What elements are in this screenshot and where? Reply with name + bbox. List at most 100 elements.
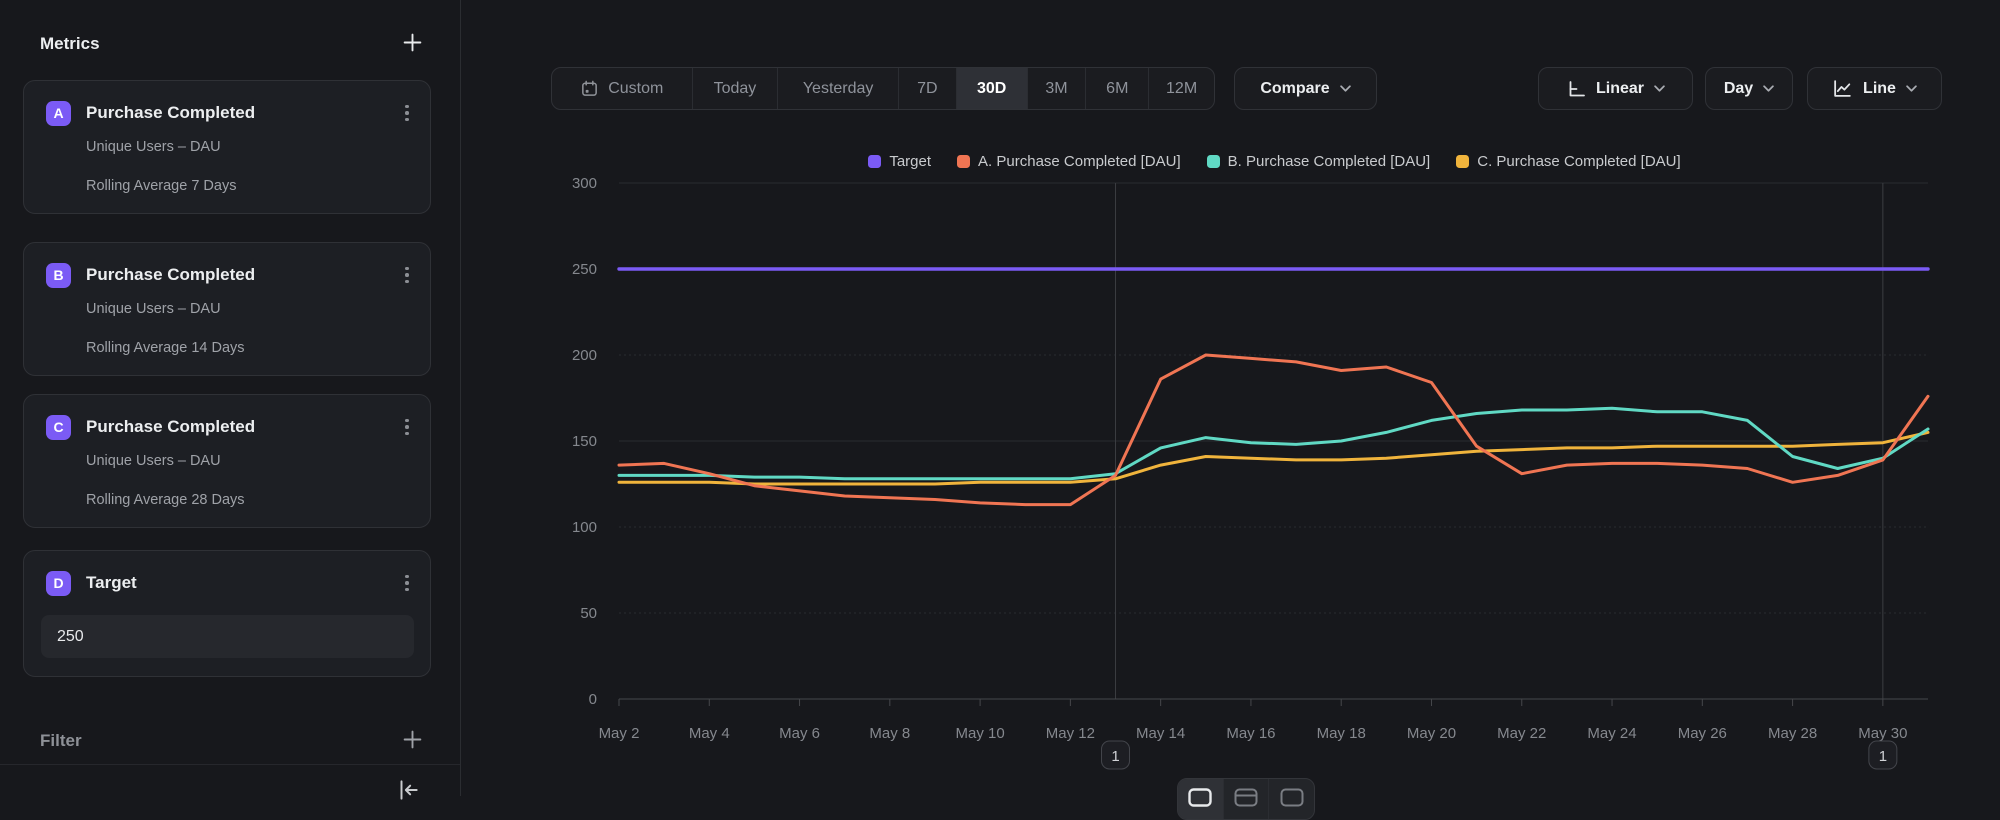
summary-view-icon — [1280, 788, 1304, 811]
range-12m[interactable]: 12M — [1149, 68, 1214, 109]
metric-badge: B — [46, 263, 71, 288]
chart-panel: Custom Today Yesterday 7D 30D 3M 6M 12M … — [461, 0, 2000, 796]
time-range-group: Custom Today Yesterday 7D 30D 3M 6M 12M — [551, 67, 1215, 110]
metric-card-c[interactable]: C Purchase Completed Unique Users – DAU … — [23, 394, 431, 528]
x-axis-label: May 14 — [1136, 725, 1185, 742]
target-value-input[interactable] — [41, 615, 414, 658]
chart-type-select-button[interactable]: Line — [1807, 67, 1942, 110]
calendar-icon — [580, 79, 599, 98]
y-axis-label-250: 250 — [572, 261, 597, 278]
y-axis-label-200: 200 — [572, 347, 597, 364]
x-axis-label: May 20 — [1407, 725, 1456, 742]
x-axis-label: May 6 — [779, 725, 820, 742]
metrics-header: Metrics — [40, 30, 424, 58]
scale-label: Linear — [1596, 80, 1644, 98]
x-axis-label: May 28 — [1768, 725, 1817, 742]
y-axis-label-0: 0 — [589, 691, 597, 708]
view-option-table[interactable] — [1224, 779, 1270, 819]
x-axis-label: May 8 — [869, 725, 910, 742]
metric-menu-button[interactable] — [398, 416, 416, 438]
metric-title: Purchase Completed — [86, 265, 398, 285]
x-axis-label: May 24 — [1587, 725, 1636, 742]
range-6m[interactable]: 6M — [1086, 68, 1149, 109]
metric-badge: C — [46, 415, 71, 440]
range-label: 30D — [977, 80, 1006, 98]
granularity-select-button[interactable]: Day — [1705, 67, 1793, 110]
metric-badge: D — [46, 571, 71, 596]
range-today[interactable]: Today — [693, 68, 779, 109]
x-axis-label: May 22 — [1497, 725, 1546, 742]
sidebar-divider — [0, 764, 460, 765]
kebab-icon — [405, 105, 409, 122]
kebab-icon — [405, 575, 409, 592]
range-label: 12M — [1166, 80, 1197, 98]
range-label: 6M — [1106, 80, 1128, 98]
metrics-sidebar: Metrics A Purchase Completed Unique User… — [0, 0, 461, 796]
target-card[interactable]: D Target — [23, 550, 431, 677]
collapse-left-icon — [395, 777, 421, 806]
kebab-icon — [405, 267, 409, 284]
granularity-label: Day — [1724, 80, 1753, 98]
filter-header: Filter — [40, 728, 424, 754]
x-axis-label: May 4 — [689, 725, 730, 742]
plus-icon — [402, 729, 423, 753]
metric-unit: Unique Users – DAU — [86, 139, 221, 155]
metric-unit: Unique Users – DAU — [86, 453, 221, 469]
y-axis-label-100: 100 — [572, 519, 597, 536]
range-label: Yesterday — [803, 80, 874, 98]
chevron-down-icon — [1763, 85, 1774, 92]
range-7d[interactable]: 7D — [899, 68, 957, 109]
metric-card-b[interactable]: B Purchase Completed Unique Users – DAU … — [23, 242, 431, 376]
axis-scale-icon — [1566, 79, 1586, 99]
scale-select-button[interactable]: Linear — [1538, 67, 1693, 110]
chart-type-label: Line — [1863, 80, 1896, 98]
x-axis-label: May 30 — [1858, 725, 1907, 742]
collapse-sidebar-button[interactable] — [396, 779, 420, 803]
x-axis-label: May 2 — [599, 725, 640, 742]
view-option-summary[interactable] — [1269, 779, 1314, 819]
chevron-down-icon — [1654, 85, 1665, 92]
metric-rollup: Rolling Average 28 Days — [86, 492, 245, 508]
range-label: 7D — [917, 80, 937, 98]
view-option-chart[interactable] — [1178, 779, 1224, 819]
x-axis-label: May 12 — [1046, 725, 1095, 742]
table-view-icon — [1234, 788, 1258, 811]
compare-button[interactable]: Compare — [1234, 67, 1377, 110]
event-marker-badge[interactable]: 1 — [1102, 741, 1130, 769]
target-title: Target — [86, 573, 398, 593]
range-label: 3M — [1045, 80, 1067, 98]
add-filter-button[interactable] — [400, 729, 424, 753]
filter-title: Filter — [40, 731, 82, 751]
x-axis-label: May 18 — [1317, 725, 1366, 742]
series-line-a — [619, 355, 1928, 505]
metric-menu-button[interactable] — [398, 102, 416, 124]
add-metric-button[interactable] — [400, 32, 424, 56]
range-custom[interactable]: Custom — [552, 68, 693, 109]
y-axis-label-300: 300 — [572, 175, 597, 192]
y-axis-label-50: 50 — [580, 605, 597, 622]
metric-badge: A — [46, 101, 71, 126]
metric-title: Purchase Completed — [86, 417, 398, 437]
range-30d[interactable]: 30D — [957, 68, 1028, 109]
range-3m[interactable]: 3M — [1028, 68, 1087, 109]
metric-menu-button[interactable] — [398, 572, 416, 594]
metric-menu-button[interactable] — [398, 264, 416, 286]
plus-icon — [402, 32, 423, 56]
metrics-title: Metrics — [40, 34, 100, 54]
chevron-down-icon — [1340, 85, 1351, 92]
event-marker-badge[interactable]: 1 — [1869, 741, 1897, 769]
x-axis-label: May 26 — [1678, 725, 1727, 742]
range-label: Custom — [608, 80, 663, 98]
metric-title: Purchase Completed — [86, 103, 398, 123]
line-chart-canvas: 050100150200250300May 2May 4May 6May 8Ma… — [461, 140, 2000, 796]
range-yesterday[interactable]: Yesterday — [778, 68, 899, 109]
kebab-icon — [405, 419, 409, 436]
metric-rollup: Rolling Average 14 Days — [86, 340, 245, 356]
metric-card-a[interactable]: A Purchase Completed Unique Users – DAU … — [23, 80, 431, 214]
line-chart-view-icon — [1188, 788, 1212, 811]
x-axis-label: May 16 — [1226, 725, 1275, 742]
metric-rollup: Rolling Average 7 Days — [86, 178, 236, 194]
view-toggle-group — [1177, 778, 1315, 820]
metric-unit: Unique Users – DAU — [86, 301, 221, 317]
svg-text:1: 1 — [1111, 748, 1119, 765]
